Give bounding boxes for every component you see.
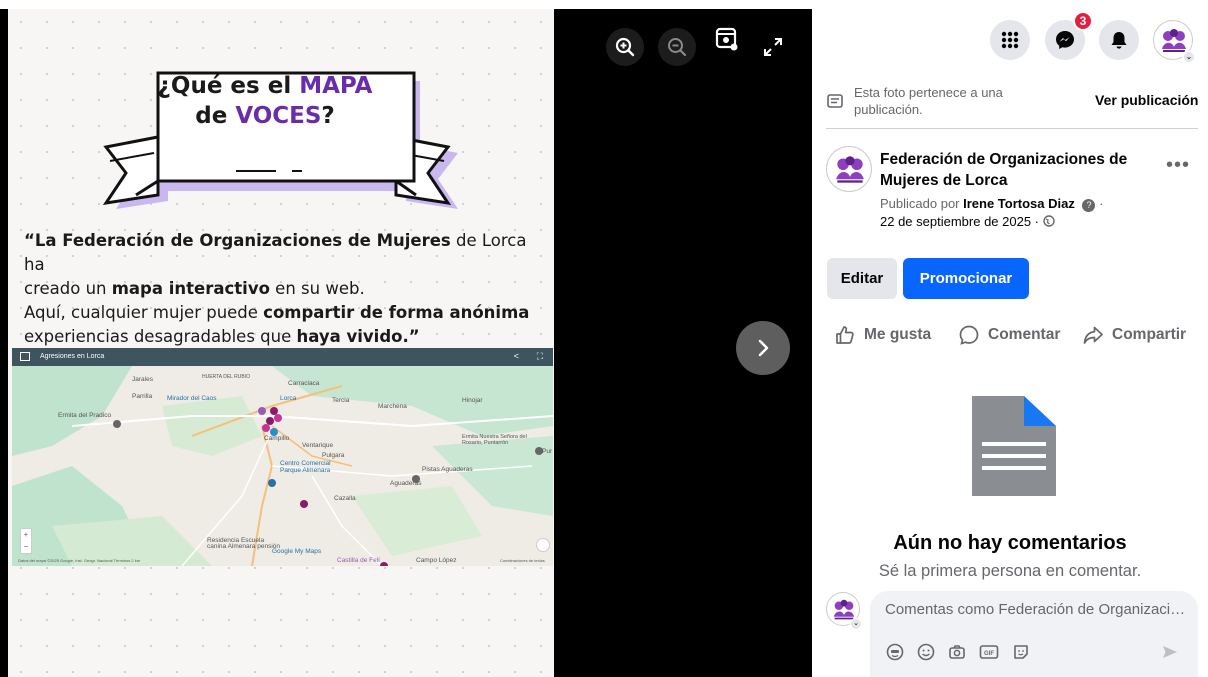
like-label: Me gusta bbox=[864, 326, 932, 343]
post-byline: Publicado por Irene Tortosa Diaz ? · bbox=[880, 196, 1104, 212]
map-label: Campillo bbox=[264, 435, 290, 442]
globe-icon bbox=[1042, 215, 1055, 227]
zoom-in-button[interactable] bbox=[606, 28, 644, 66]
menu-button[interactable] bbox=[990, 20, 1030, 60]
map-fullscreen-icon[interactable]: ⛶ bbox=[537, 351, 543, 362]
document-icon bbox=[972, 396, 1056, 496]
share-label: Compartir bbox=[1112, 326, 1187, 343]
map-label: Ermita Nuestra Señora del Rosario, Punta… bbox=[462, 434, 527, 446]
photo-viewer: ¿Qué es el MAPA de VOCES? “La Federación… bbox=[0, 0, 812, 677]
map-label: Campo López bbox=[416, 557, 457, 564]
thumbs-up-icon bbox=[836, 326, 854, 344]
map-label: Jarales bbox=[132, 376, 153, 383]
map-label: HUERTA DEL RUBIO bbox=[202, 374, 250, 380]
fullscreen-icon bbox=[764, 38, 782, 56]
avatar-sticker-icon[interactable] bbox=[885, 642, 905, 662]
fullscreen-button[interactable] bbox=[754, 28, 792, 66]
comment-placeholder: Comentas como Federación de Organizacion… bbox=[885, 601, 1190, 618]
messenger-badge: 3 bbox=[1073, 11, 1093, 31]
map-label: Ventarique bbox=[302, 442, 334, 449]
promote-button[interactable]: Promocionar bbox=[903, 258, 1029, 299]
map-title: Agresiones en Lorca bbox=[40, 353, 105, 360]
map-label: Pulgara bbox=[322, 452, 345, 459]
share-button[interactable]: Compartir bbox=[1082, 322, 1186, 348]
no-comments-subtitle: Sé la primera persona en comentar. bbox=[878, 562, 1142, 580]
tag-photo-button[interactable] bbox=[708, 20, 746, 58]
tag-icon bbox=[715, 27, 738, 51]
post-notice-text: Esta foto pertenece a una publicación. bbox=[854, 85, 1003, 117]
map-header: Agresiones en Lorca < ⛶ bbox=[12, 348, 553, 366]
zoom-out-button[interactable] bbox=[658, 28, 696, 66]
map-label: Castilla de Felí bbox=[337, 557, 380, 564]
map-label: Marchena bbox=[378, 403, 407, 410]
banner-title: ¿Qué es el MAPA de VOCES? bbox=[157, 73, 373, 129]
sticker-icon[interactable] bbox=[1011, 642, 1031, 662]
map-label: Pur bbox=[542, 448, 553, 455]
map-label: Hinojar bbox=[462, 397, 483, 404]
map-label: Aguaderas bbox=[390, 480, 422, 487]
org-logo-icon bbox=[836, 156, 864, 183]
published-by-label: Publicado por bbox=[880, 196, 964, 211]
map-label: Pistas Aguaderas bbox=[422, 466, 473, 473]
zoom-in-icon bbox=[615, 37, 635, 57]
view-post-link[interactable]: Ver publicación bbox=[1095, 92, 1198, 108]
post-notice-icon bbox=[827, 94, 843, 108]
top-strip bbox=[0, 0, 812, 9]
chevron-down-icon[interactable]: ⌄ bbox=[850, 618, 862, 630]
map-locate-icon bbox=[536, 538, 550, 552]
more-options-button[interactable]: ••• bbox=[1166, 154, 1190, 177]
map-label: Carraclaca bbox=[288, 380, 320, 387]
grid-menu-icon bbox=[1001, 31, 1019, 49]
map-menu-icon[interactable] bbox=[20, 352, 30, 361]
map-share-icon[interactable]: < bbox=[514, 351, 519, 361]
map-zoom-controls: + − bbox=[20, 528, 32, 554]
author-link[interactable]: Irene Tortosa Diaz bbox=[963, 196, 1075, 211]
map-label: Parrilla bbox=[132, 393, 153, 400]
map-label: Residencia Escuela canina Almenara pensi… bbox=[207, 537, 280, 550]
map-label: Lorca bbox=[280, 395, 297, 402]
bell-icon bbox=[1111, 32, 1127, 49]
chevron-right-icon bbox=[758, 339, 769, 357]
page-name-link[interactable]: Federación de Organizaciones de Mujeres … bbox=[880, 149, 1150, 191]
divider bbox=[826, 128, 1198, 129]
post-date-link[interactable]: 22 de septiembre de 2025 · bbox=[880, 214, 1039, 229]
share-icon bbox=[1083, 326, 1103, 344]
zoom-out-icon bbox=[668, 38, 687, 57]
camera-icon[interactable] bbox=[947, 642, 967, 662]
map-footer: Datos del mapa ©2025 Google, Inst. Geogr… bbox=[18, 558, 141, 563]
map-label: Mirador del Caos bbox=[167, 395, 217, 402]
edit-button[interactable]: Editar bbox=[827, 258, 897, 299]
comment-icon bbox=[959, 325, 979, 345]
next-photo-button[interactable] bbox=[736, 321, 790, 375]
help-icon[interactable]: ? bbox=[1082, 199, 1096, 212]
map-label: Tercia bbox=[332, 397, 350, 404]
messenger-icon bbox=[1056, 31, 1074, 49]
emoji-icon[interactable] bbox=[916, 642, 936, 662]
map-label: Centro Comercial Parque Almenara bbox=[280, 460, 331, 474]
map-shortcuts: Combinaciones de teclas bbox=[500, 558, 545, 563]
notifications-button[interactable] bbox=[1099, 20, 1139, 60]
map-screenshot: Agresiones en Lorca < ⛶ Jarales HUERTA D… bbox=[12, 348, 553, 566]
page-avatar[interactable] bbox=[826, 146, 872, 192]
comment-button[interactable]: Comentar bbox=[958, 322, 1060, 348]
gif-icon[interactable]: GIF bbox=[979, 642, 999, 662]
map-label: Google My Maps bbox=[272, 548, 322, 555]
post-date-row: 22 de septiembre de 2025 · bbox=[880, 213, 1055, 231]
quote-text: “La Federación de Organizaciones de Muje… bbox=[24, 231, 530, 346]
comment-label: Comentar bbox=[988, 326, 1061, 343]
svg-text:GIF: GIF bbox=[984, 651, 994, 657]
map-label: Ermita del Pradico bbox=[58, 412, 112, 419]
no-comments-title: Aún no hay comentarios bbox=[893, 532, 1127, 554]
chevron-down-icon[interactable]: ⌄ bbox=[1182, 50, 1196, 64]
send-icon[interactable] bbox=[1160, 642, 1180, 662]
photo-viewer-page: ¿Qué es el MAPA de VOCES? “La Federación… bbox=[0, 0, 1208, 677]
post-photo[interactable]: ¿Qué es el MAPA de VOCES? “La Federación… bbox=[8, 9, 554, 677]
map-label: Cazalla bbox=[334, 495, 356, 502]
like-button[interactable]: Me gusta bbox=[834, 322, 931, 348]
